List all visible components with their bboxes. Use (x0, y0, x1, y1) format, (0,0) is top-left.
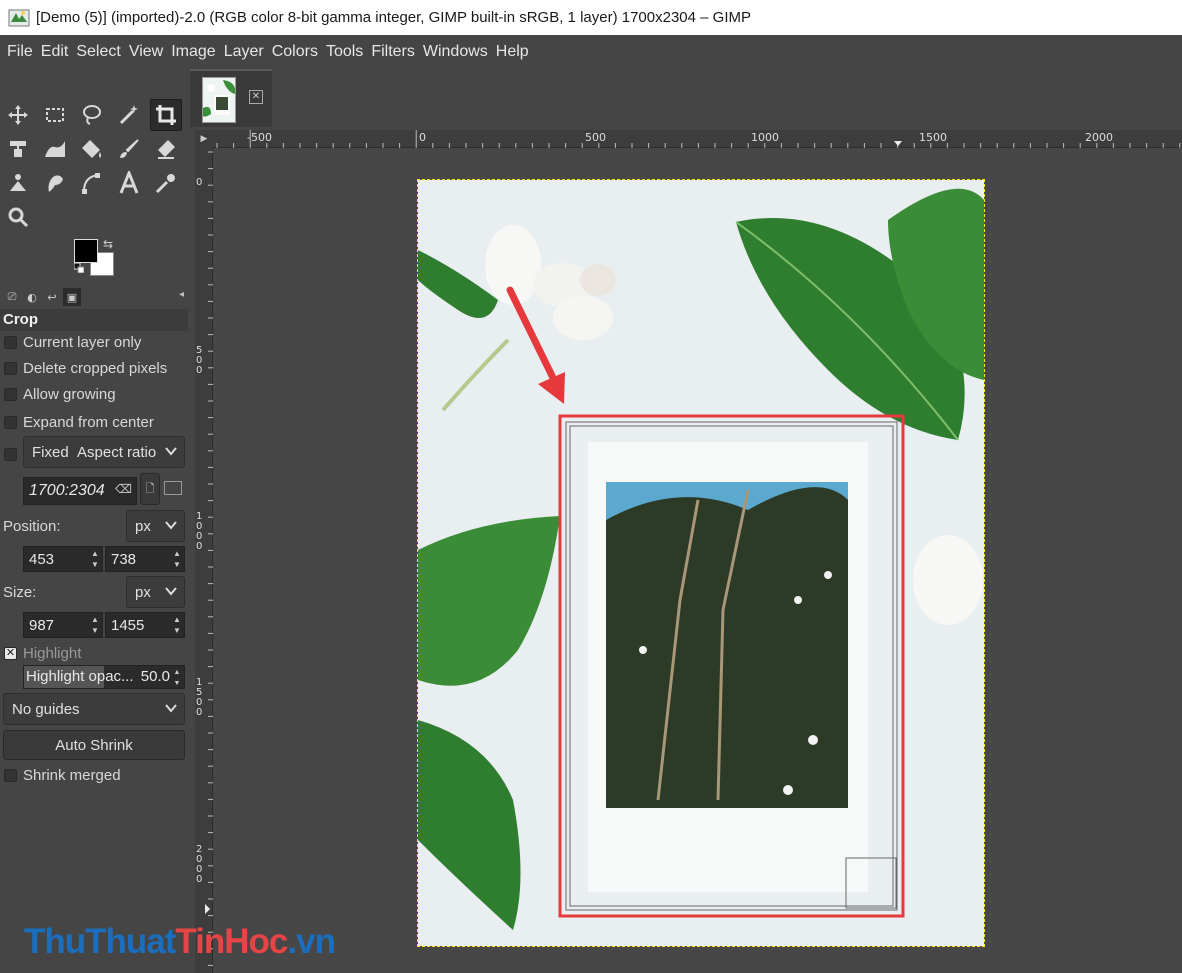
device-status-icon[interactable]: ⎚ (3, 288, 21, 306)
ruler-label: 0 (196, 177, 203, 188)
menu-windows[interactable]: Windows (419, 43, 492, 61)
clear-field-icon[interactable]: ⌫ (115, 482, 132, 496)
highlight-opacity-slider[interactable]: Highlight opac... 50.0 ▲ ▼ (23, 665, 185, 689)
expand-from-center-checkbox[interactable]: Expand from center (4, 411, 154, 433)
menu-image[interactable]: Image (167, 43, 219, 61)
ruler-label: 2000 (1085, 131, 1113, 144)
image-tabs: ✕ (190, 69, 1182, 127)
swap-colors-icon[interactable]: ⇆ (103, 237, 113, 251)
close-tab-icon[interactable]: ✕ (249, 90, 263, 104)
fixed-checkbox[interactable] (4, 443, 23, 465)
position-unit-select[interactable]: px (126, 510, 185, 542)
color-picker-icon[interactable] (150, 167, 182, 199)
menu-file[interactable]: File (3, 43, 37, 61)
shrink-merged-checkbox[interactable]: Shrink merged (4, 764, 121, 786)
toolbox: ⇆ ⎚ ◐ ↩ ▣ ◂ Crop Current layer only Dele… (0, 69, 190, 973)
highlight-checkbox[interactable]: ✕ Highlight (4, 642, 81, 664)
ruler-label: 500 (196, 345, 203, 376)
delete-cropped-checkbox[interactable]: Delete cropped pixels (4, 357, 167, 379)
ruler-corner-icon[interactable]: ▶ (195, 130, 213, 148)
tool-options-icon[interactable]: ◐ (23, 288, 41, 306)
vertical-ruler[interactable]: 0 500 1000 1500 2000 (195, 148, 213, 973)
watermark-logo: ThuThuatTinHoc.vn (24, 922, 336, 961)
image-thumbnail (202, 77, 236, 123)
chevron-down-icon (165, 447, 177, 456)
title-bar: [Demo (5)] (imported)-2.0 (RGB color 8-b… (0, 0, 1182, 35)
foreground-color[interactable] (74, 239, 98, 263)
ruler-label: 500 (585, 131, 606, 144)
portrait-icon[interactable]: 🗋 (140, 473, 160, 505)
size-width-field[interactable]: 987 ▲ ▼ (23, 612, 103, 638)
zoom-tool-icon[interactable] (2, 201, 34, 233)
ruler-label: 1500 (919, 131, 947, 144)
menu-colors[interactable]: Colors (268, 43, 322, 61)
free-select-icon[interactable] (76, 99, 108, 131)
guides-select[interactable]: No guides (3, 693, 185, 725)
dock-tabs: ⎚ ◐ ↩ ▣ ◂ (0, 285, 188, 309)
ruler-label: 2000 (196, 844, 203, 885)
menu-bar: File Edit Select View Image Layer Colors… (0, 35, 1182, 69)
bucket-fill-icon[interactable] (76, 133, 108, 165)
image-tab[interactable]: ✕ (190, 69, 272, 127)
menu-edit[interactable]: Edit (37, 43, 73, 61)
menu-filters[interactable]: Filters (367, 43, 419, 61)
dock-menu-icon[interactable]: ◂ (179, 289, 184, 300)
smudge-tool-icon[interactable] (39, 167, 71, 199)
allow-growing-checkbox[interactable]: Allow growing (4, 383, 116, 405)
menu-select[interactable]: Select (72, 43, 124, 61)
menu-help[interactable]: Help (492, 43, 533, 61)
menu-tools[interactable]: Tools (322, 43, 367, 61)
ruler-label: 1000 (196, 511, 203, 552)
warp-tool-icon[interactable] (39, 133, 71, 165)
undo-history-icon[interactable]: ↩ (43, 288, 61, 306)
chevron-down-icon (165, 521, 177, 530)
crop-tool-icon[interactable] (150, 99, 182, 131)
current-layer-only-checkbox[interactable]: Current layer only (4, 331, 141, 353)
size-height-field[interactable]: 1455 ▲ ▼ (105, 612, 185, 638)
position-x-field[interactable]: 453 ▲ ▼ (23, 546, 103, 572)
menu-layer[interactable]: Layer (220, 43, 268, 61)
aspect-ratio-field[interactable]: 1700:2304 ⌫ (23, 477, 137, 505)
paintbrush-icon[interactable] (113, 133, 145, 165)
ruler-label: -500 (247, 131, 272, 144)
tool-options-title: Crop (0, 309, 188, 331)
clone-tool-icon[interactable] (2, 167, 34, 199)
align-tool-icon[interactable] (2, 133, 34, 165)
auto-shrink-button[interactable]: Auto Shrink (3, 730, 185, 760)
path-tool-icon[interactable] (76, 167, 108, 199)
photo-content (418, 180, 984, 946)
chevron-down-icon (165, 587, 177, 596)
move-tool-icon[interactable] (2, 99, 34, 131)
rect-select-icon[interactable] (39, 99, 71, 131)
chevron-down-icon (165, 704, 177, 713)
fuzzy-select-icon[interactable] (113, 99, 145, 131)
ruler-label: 0 (419, 131, 426, 144)
image-layer[interactable] (417, 179, 985, 947)
menu-view[interactable]: View (125, 43, 167, 61)
reset-colors-icon[interactable] (74, 263, 84, 273)
position-label: Position: (3, 518, 61, 535)
horizontal-ruler[interactable]: -500 0 500 1000 1500 2000 (213, 130, 1182, 148)
images-tab-icon[interactable]: ▣ (63, 288, 81, 306)
image-canvas[interactable] (213, 148, 1182, 973)
size-unit-select[interactable]: px (126, 576, 185, 608)
ruler-label: 1000 (751, 131, 779, 144)
eraser-icon[interactable] (150, 133, 182, 165)
landscape-icon[interactable] (164, 481, 182, 495)
fixed-mode-select[interactable]: Fixed Aspect ratio (23, 436, 185, 468)
position-y-field[interactable]: 738 ▲ ▼ (105, 546, 185, 572)
gimp-app-icon (8, 9, 30, 26)
window-title: [Demo (5)] (imported)-2.0 (RGB color 8-b… (36, 9, 751, 26)
text-tool-icon[interactable] (113, 167, 145, 199)
ruler-label: 1500 (196, 677, 203, 718)
size-label: Size: (3, 584, 37, 601)
